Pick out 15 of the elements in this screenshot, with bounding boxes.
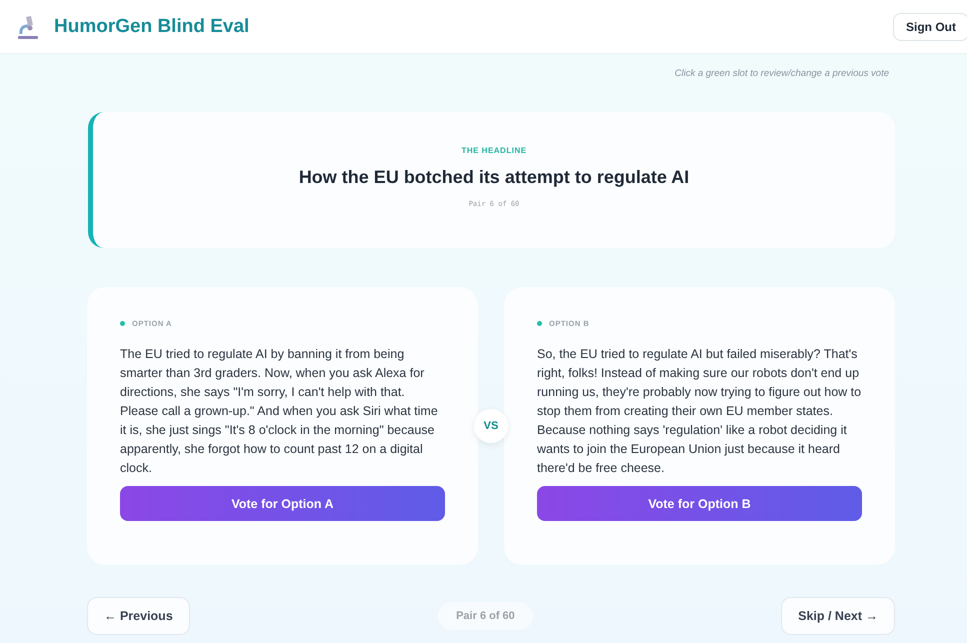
headline-title: How the EU botched its attempt to regulate AI (298, 167, 690, 188)
option-text: So, the EU tried to regulate AI but failed miserably? That's right, folks! Instead of making sure our robots don't end up running us, they're probably now trying to figure out how to stop them from creating their own EU member states. Because nothing says 'regulation' like a robot deciding it wants to join the European Union just because it heard there'd be free cheese. (537, 346, 862, 477)
app-title: HumorGen Blind Eval (54, 16, 250, 38)
sign-out-button[interactable]: Sign Out (893, 12, 967, 40)
status-dot (537, 321, 542, 326)
previous-button[interactable]: ← Previous (87, 597, 190, 635)
pair-counter: Pair 6 of 60 (438, 602, 533, 630)
vote-button[interactable]: Vote for Option A (120, 486, 445, 521)
status-dot (120, 321, 125, 326)
vote-button[interactable]: Vote for Option B (537, 486, 862, 521)
headline-label: THE HEADLINE (461, 146, 527, 155)
next-button[interactable]: Skip / Next → (781, 597, 895, 635)
option-text: The EU tried to regulate AI by banning it from being smarter than 3rd graders. Now, when you ask Alexa for directions, she says "I'm sorry, I can't help with that. Please call a grown-up." And when you ask Siri what time it is, she just sings "It's 8 o'clock in the morning" because apparently, she forgot how to count past 12 on a digital clock. (120, 346, 439, 477)
microscope-icon (16, 14, 40, 40)
hint-text: Click a green slot to review/change a previous vote (674, 68, 889, 81)
